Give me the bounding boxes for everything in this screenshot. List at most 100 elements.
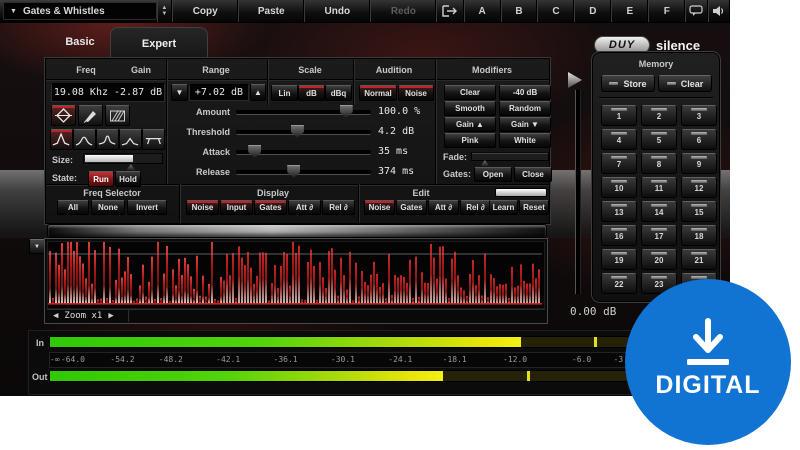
size-slider[interactable] (83, 153, 163, 164)
zoom-prev-button[interactable]: ◀ (47, 311, 64, 321)
freq-select-all-button[interactable]: All (57, 200, 89, 215)
display-rel-button[interactable]: Rel ∂ (322, 200, 355, 215)
export-button[interactable] (436, 0, 464, 22)
memory-slot-21[interactable]: 21 (681, 249, 717, 270)
reset-button[interactable]: Reset (519, 200, 549, 215)
spectrum-options-button[interactable]: ▼ (29, 239, 45, 254)
modifier-smooth-button[interactable]: Smooth (444, 101, 496, 116)
copy-button[interactable]: Copy (172, 0, 239, 22)
zoom-next-button[interactable]: ▶ (102, 311, 119, 321)
memory-slot-8[interactable]: 8 (641, 153, 677, 174)
audio-help-button[interactable] (707, 0, 730, 22)
edit-gates-button[interactable]: Gates (396, 200, 427, 215)
preset-stepper[interactable]: ▲ ▼ (156, 0, 173, 22)
attack-slider-thumb[interactable] (248, 145, 262, 158)
snapshot-f-button[interactable]: F (648, 0, 686, 22)
memory-slot-5[interactable]: 5 (641, 129, 677, 150)
display-noise-button[interactable]: Noise (186, 200, 219, 215)
snapshot-b-button[interactable]: B (500, 0, 538, 22)
edit-noise-button[interactable]: Noise (364, 200, 395, 215)
edit-rel-button[interactable]: Rel ∂ (460, 200, 491, 215)
modifier-pink-button[interactable]: Pink (444, 133, 496, 148)
modifier-clear-button[interactable]: Clear (444, 85, 496, 100)
memory-slot-3[interactable]: 3 (681, 105, 717, 126)
display-input-button[interactable]: Input (220, 200, 253, 215)
tab-expert[interactable]: Expert (110, 27, 208, 59)
tool-pencil-button[interactable] (78, 105, 103, 126)
memory-slot-10[interactable]: 10 (601, 177, 637, 198)
scale-lin-button[interactable]: Lin (271, 85, 298, 101)
snapshot-d-button[interactable]: D (574, 0, 612, 22)
spectrum-display[interactable] (47, 241, 545, 309)
tab-basic[interactable]: Basic (52, 30, 108, 54)
threshold-slider-thumb[interactable] (290, 125, 304, 138)
memory-slot-6[interactable]: 6 (681, 129, 717, 150)
range-down-button[interactable]: ▼ (171, 84, 188, 101)
curve-peak-button[interactable] (50, 129, 73, 150)
amount-slider[interactable] (236, 104, 371, 118)
memory-slot-7[interactable]: 7 (601, 153, 637, 174)
memory-slot-1[interactable]: 1 (601, 105, 637, 126)
output-fader-handle[interactable] (568, 72, 582, 88)
modifier-gain-up-button[interactable]: Gain ▲ (444, 117, 496, 132)
snapshot-c-button[interactable]: C (537, 0, 575, 22)
modifier-white-button[interactable]: White (499, 133, 551, 148)
comments-button[interactable] (685, 0, 708, 22)
undo-button[interactable]: Undo (304, 0, 371, 22)
tool-fill-button[interactable] (105, 105, 130, 126)
memory-slot-17[interactable]: 17 (641, 225, 677, 246)
memory-slot-2[interactable]: 2 (641, 105, 677, 126)
state-run-button[interactable]: Run (88, 171, 114, 187)
fade-slider-handle[interactable] (479, 160, 490, 167)
preset-selector[interactable]: ▼ Gates & Whistles (3, 2, 157, 20)
display-gates-button[interactable]: Gates (254, 200, 287, 215)
spectrum-scrollbar[interactable] (47, 224, 547, 238)
gates-close-button[interactable]: Close (514, 167, 552, 182)
modifier-random-button[interactable]: Random (499, 101, 551, 116)
memory-slot-11[interactable]: 11 (641, 177, 677, 198)
size-slider-handle[interactable] (125, 164, 136, 171)
scale-dbq-button[interactable]: dBq (325, 85, 352, 101)
release-slider[interactable] (236, 164, 371, 178)
scale-db-button[interactable]: dB (298, 85, 325, 101)
memory-store-button[interactable]: Store (601, 75, 655, 92)
state-hold-button[interactable]: Hold (115, 171, 141, 187)
curve-low-peak-button[interactable] (119, 129, 142, 150)
freq-select-none-button[interactable]: None (91, 200, 125, 215)
audition-normal-button[interactable]: Normal (359, 85, 397, 101)
memory-slot-18[interactable]: 18 (681, 225, 717, 246)
fade-slider[interactable] (471, 152, 549, 161)
output-fader-track[interactable] (575, 90, 581, 294)
tool-node-button[interactable] (51, 105, 76, 126)
redo-button[interactable]: Redo (370, 0, 437, 22)
curve-wide-bell-button[interactable] (73, 129, 96, 150)
memory-slot-14[interactable]: 14 (641, 201, 677, 222)
display-att-button[interactable]: Att ∂ (288, 200, 321, 215)
snapshot-a-button[interactable]: A (463, 0, 501, 22)
release-slider-thumb[interactable] (287, 165, 301, 178)
memory-clear-button[interactable]: Clear (658, 75, 712, 92)
modifier-minus40-button[interactable]: -40 dB (499, 85, 551, 100)
amount-slider-thumb[interactable] (339, 105, 353, 118)
paste-button[interactable]: Paste (238, 0, 305, 22)
curve-flat-top-button[interactable] (142, 129, 165, 150)
memory-slot-9[interactable]: 9 (681, 153, 717, 174)
memory-slot-13[interactable]: 13 (601, 201, 637, 222)
memory-slot-22[interactable]: 22 (601, 273, 637, 294)
gates-open-button[interactable]: Open (474, 167, 512, 182)
audition-noise-button[interactable]: Noise (398, 85, 434, 101)
modifier-gain-down-button[interactable]: Gain ▼ (499, 117, 551, 132)
freq-select-invert-button[interactable]: Invert (127, 200, 167, 215)
memory-slot-12[interactable]: 12 (681, 177, 717, 198)
memory-slot-20[interactable]: 20 (641, 249, 677, 270)
curve-narrow-bell-button[interactable] (96, 129, 119, 150)
snapshot-e-button[interactable]: E (611, 0, 649, 22)
threshold-slider[interactable] (236, 124, 371, 138)
memory-slot-19[interactable]: 19 (601, 249, 637, 270)
memory-slot-16[interactable]: 16 (601, 225, 637, 246)
range-up-button[interactable]: ▲ (250, 84, 266, 101)
edit-att-button[interactable]: Att ∂ (428, 200, 459, 215)
attack-slider[interactable] (236, 144, 371, 158)
memory-slot-4[interactable]: 4 (601, 129, 637, 150)
memory-slot-15[interactable]: 15 (681, 201, 717, 222)
